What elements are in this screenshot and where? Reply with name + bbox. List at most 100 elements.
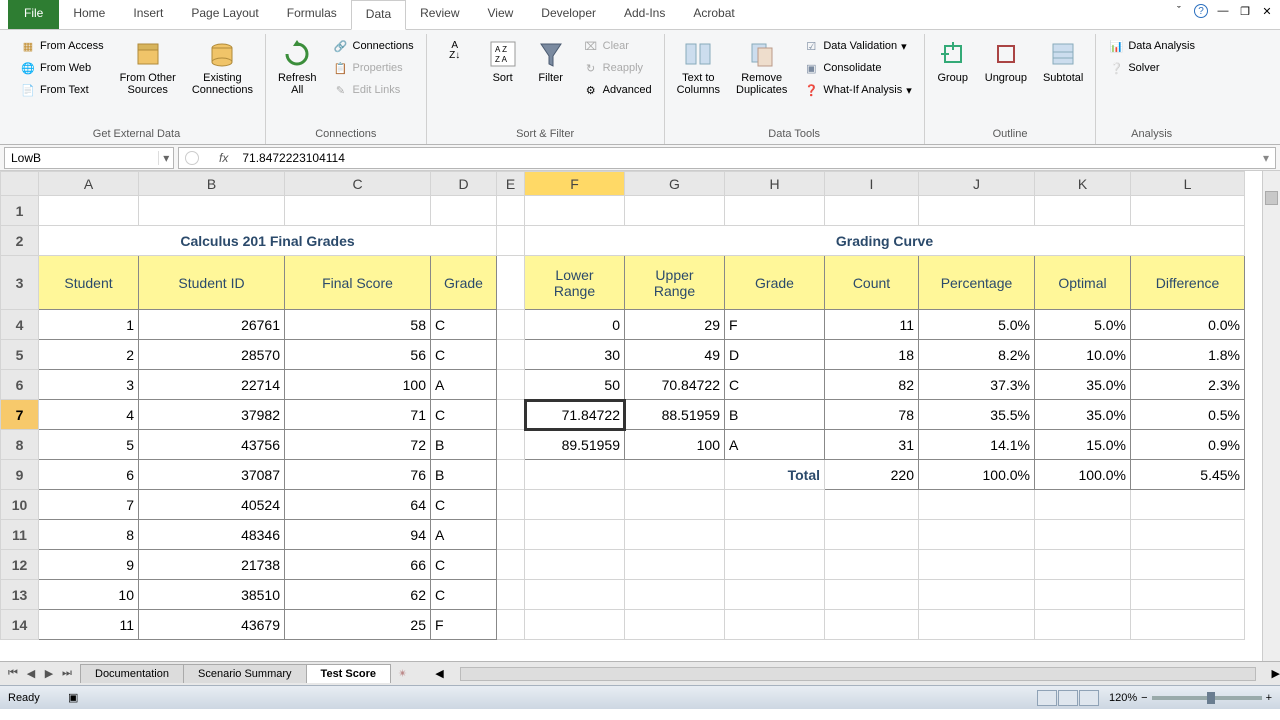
- cell[interactable]: 88.51959: [625, 400, 725, 430]
- cell[interactable]: [525, 550, 625, 580]
- row-header-11[interactable]: 11: [1, 520, 39, 550]
- cell[interactable]: 35.0%: [1035, 400, 1131, 430]
- cell[interactable]: 48346: [139, 520, 285, 550]
- cell[interactable]: [919, 520, 1035, 550]
- cell[interactable]: [497, 610, 525, 640]
- from-text-button[interactable]: 📄From Text: [16, 80, 108, 100]
- col-header-D[interactable]: D: [431, 172, 497, 196]
- cell[interactable]: 7: [39, 490, 139, 520]
- cell[interactable]: 1: [39, 310, 139, 340]
- cell[interactable]: 15.0%: [1035, 430, 1131, 460]
- cell[interactable]: [1035, 580, 1131, 610]
- group-button[interactable]: Group: [931, 34, 975, 88]
- cell[interactable]: [285, 196, 431, 226]
- tab-formulas[interactable]: Formulas: [273, 0, 351, 29]
- cell[interactable]: [625, 550, 725, 580]
- cell[interactable]: [625, 610, 725, 640]
- cell[interactable]: 100.0%: [1035, 460, 1131, 490]
- col-header-B[interactable]: B: [139, 172, 285, 196]
- cell[interactable]: [1131, 520, 1245, 550]
- cell[interactable]: 64: [285, 490, 431, 520]
- cell[interactable]: 89.51959: [525, 430, 625, 460]
- consolidate-button[interactable]: ▣Consolidate: [799, 58, 915, 78]
- cell[interactable]: [139, 196, 285, 226]
- row-header-9[interactable]: 9: [1, 460, 39, 490]
- tab-view[interactable]: View: [474, 0, 528, 29]
- cell[interactable]: C: [431, 340, 497, 370]
- sheet-tab-test-score[interactable]: Test Score: [306, 664, 391, 683]
- cell[interactable]: C: [725, 370, 825, 400]
- row-header-7[interactable]: 7: [1, 400, 39, 430]
- cell[interactable]: 0: [525, 310, 625, 340]
- new-sheet-icon[interactable]: ✴: [390, 667, 415, 680]
- row-header-2[interactable]: 2: [1, 226, 39, 256]
- tab-insert[interactable]: Insert: [119, 0, 177, 29]
- sheet-tab-scenario-summary[interactable]: Scenario Summary: [183, 664, 307, 683]
- what-if-button[interactable]: ❓What-If Analysis ▾: [799, 80, 915, 100]
- cell[interactable]: [1131, 550, 1245, 580]
- cell[interactable]: [625, 520, 725, 550]
- solver-button[interactable]: ❔Solver: [1104, 58, 1199, 78]
- cell[interactable]: [725, 520, 825, 550]
- cell[interactable]: [919, 580, 1035, 610]
- cell[interactable]: [525, 196, 625, 226]
- filter-button[interactable]: Filter: [529, 34, 573, 88]
- cell[interactable]: [825, 610, 919, 640]
- zoom-thumb[interactable]: [1207, 692, 1215, 704]
- cell[interactable]: 78: [825, 400, 919, 430]
- name-box-dropdown-icon[interactable]: ▾: [158, 151, 173, 165]
- cell[interactable]: 5: [39, 430, 139, 460]
- cell[interactable]: C: [431, 580, 497, 610]
- cell[interactable]: 4: [39, 400, 139, 430]
- existing-connections-button[interactable]: Existing Connections: [186, 34, 259, 100]
- page-break-view-button[interactable]: [1079, 690, 1099, 706]
- cell[interactable]: 100: [285, 370, 431, 400]
- cell[interactable]: B: [431, 430, 497, 460]
- cell[interactable]: [825, 490, 919, 520]
- cell[interactable]: 94: [285, 520, 431, 550]
- cell[interactable]: [431, 196, 497, 226]
- cell[interactable]: 0.9%: [1131, 430, 1245, 460]
- cell[interactable]: [625, 580, 725, 610]
- refresh-all-button[interactable]: Refresh All: [272, 34, 323, 100]
- row-header-5[interactable]: 5: [1, 340, 39, 370]
- cell[interactable]: [525, 460, 625, 490]
- col-header-G[interactable]: G: [625, 172, 725, 196]
- cell[interactable]: 50: [525, 370, 625, 400]
- row-header-3[interactable]: 3: [1, 256, 39, 310]
- cell[interactable]: [1131, 580, 1245, 610]
- cell[interactable]: 5.0%: [919, 310, 1035, 340]
- from-web-button[interactable]: 🌐From Web: [16, 58, 108, 78]
- restore-icon[interactable]: ❐: [1238, 4, 1252, 18]
- cell[interactable]: [1131, 490, 1245, 520]
- text-to-columns-button[interactable]: Text to Columns: [671, 34, 726, 100]
- cell[interactable]: [525, 520, 625, 550]
- row-header-12[interactable]: 12: [1, 550, 39, 580]
- cell[interactable]: [497, 520, 525, 550]
- tab-page-layout[interactable]: Page Layout: [177, 0, 272, 29]
- cell[interactable]: [1035, 196, 1131, 226]
- tab-data[interactable]: Data: [351, 0, 406, 30]
- cell[interactable]: [525, 580, 625, 610]
- hscroll-right-icon[interactable]: ▶: [1272, 667, 1280, 680]
- cell[interactable]: [1035, 490, 1131, 520]
- cell[interactable]: 22714: [139, 370, 285, 400]
- tab-review[interactable]: Review: [406, 0, 473, 29]
- cell[interactable]: [725, 610, 825, 640]
- cell[interactable]: A: [431, 370, 497, 400]
- col-header-K[interactable]: K: [1035, 172, 1131, 196]
- cell[interactable]: [497, 340, 525, 370]
- row-header-14[interactable]: 14: [1, 610, 39, 640]
- cell[interactable]: [497, 196, 525, 226]
- row-header-13[interactable]: 13: [1, 580, 39, 610]
- cell[interactable]: 37.3%: [919, 370, 1035, 400]
- zoom-out-button[interactable]: −: [1141, 692, 1147, 704]
- cell[interactable]: [1035, 610, 1131, 640]
- data-analysis-button[interactable]: 📊Data Analysis: [1104, 36, 1199, 56]
- cell[interactable]: [497, 490, 525, 520]
- data-validation-button[interactable]: ☑Data Validation ▾: [799, 36, 915, 56]
- cell[interactable]: [725, 580, 825, 610]
- cell[interactable]: 5.45%: [1131, 460, 1245, 490]
- cell[interactable]: [725, 550, 825, 580]
- ungroup-button[interactable]: Ungroup: [979, 34, 1033, 88]
